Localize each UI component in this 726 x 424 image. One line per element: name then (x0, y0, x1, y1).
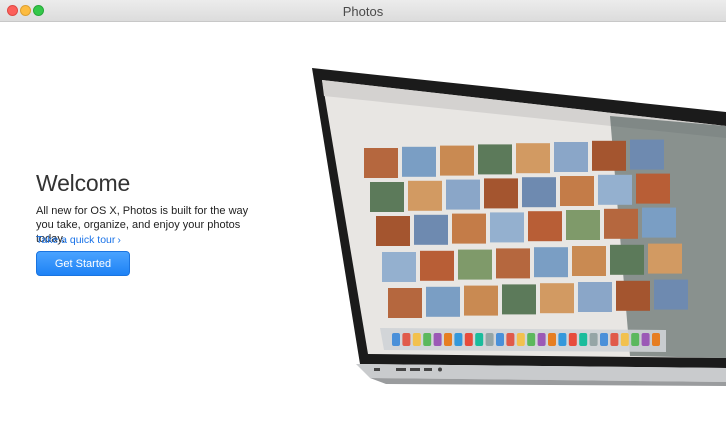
photo-thumbnail (528, 211, 562, 242)
photo-thumbnail (452, 213, 486, 244)
photo-thumbnail (402, 146, 436, 177)
photo-thumbnail (408, 180, 442, 211)
photo-thumbnail (496, 248, 530, 279)
photo-thumbnail (578, 282, 612, 312)
dock-app-icon (652, 333, 660, 346)
photo-thumbnail (420, 250, 454, 281)
photo-thumbnail (364, 148, 398, 178)
dock-app-icon (475, 333, 484, 346)
title-bar: Photos (0, 0, 726, 22)
photo-thumbnail (592, 140, 626, 171)
dock-app-icon (433, 333, 442, 346)
photo-thumbnail (440, 145, 474, 176)
dock-app-icon (392, 333, 400, 346)
dock-app-icon (496, 333, 504, 346)
photo-thumbnail (414, 214, 448, 245)
dock-app-icon (506, 333, 515, 346)
photo-thumbnail (642, 207, 676, 238)
quick-tour-label: Take a quick tour (36, 234, 116, 246)
dock-app-icon (527, 333, 536, 346)
dock-app-icon (423, 333, 432, 346)
dock-app-icon (548, 333, 556, 346)
photo-thumbnail (616, 280, 650, 311)
dock-app-icon (631, 333, 640, 346)
dock-app-icon (610, 333, 619, 346)
dock-app-icon (579, 333, 588, 346)
chevron-right-icon: › (117, 234, 121, 246)
photo-thumbnail (382, 252, 416, 282)
dock-app-icon (412, 333, 421, 346)
laptop-illustration (312, 68, 726, 386)
photo-thumbnail (516, 143, 550, 174)
get-started-button[interactable]: Get Started (36, 251, 130, 276)
dock-app-icon (444, 333, 452, 346)
photo-thumbnail (370, 182, 404, 212)
photo-thumbnail (376, 216, 410, 246)
dock-app-icon (402, 333, 411, 346)
photo-thumbnail (502, 284, 536, 315)
photo-thumbnail (478, 144, 512, 175)
photo-thumbnail (534, 247, 568, 278)
photo-thumbnail (388, 288, 422, 318)
photo-thumbnail (540, 283, 574, 314)
window-title: Photos (342, 4, 384, 19)
dock-app-icon (558, 333, 567, 346)
photo-thumbnail (426, 286, 460, 317)
photo-thumbnail (598, 174, 632, 205)
photo-thumbnail (490, 212, 524, 243)
photo-thumbnail (566, 210, 600, 240)
dock-app-icon (454, 333, 463, 346)
dock-app-icon (620, 333, 629, 346)
photo-thumbnail (654, 279, 688, 310)
dock-app-icon (537, 333, 546, 346)
photo-thumbnail (604, 208, 638, 239)
dock-app-icon (600, 333, 608, 346)
dock-app-icon (516, 333, 525, 346)
photo-thumbnail (458, 249, 492, 280)
photo-thumbnail (636, 173, 670, 204)
photo-thumbnail (522, 177, 556, 208)
photo-thumbnail (560, 176, 594, 206)
photo-thumbnail (572, 246, 606, 276)
quick-tour-link[interactable]: Take a quick tour › (36, 234, 121, 246)
dock-app-icon (464, 333, 473, 346)
photo-thumbnail (610, 244, 644, 275)
dock-app-icon (641, 333, 650, 346)
dock-app-icon (485, 333, 494, 346)
photo-thumbnail (484, 178, 518, 209)
photo-thumbnail (446, 179, 480, 210)
photo-thumbnail (464, 285, 498, 316)
photo-thumbnail (630, 139, 664, 170)
dock-app-icon (568, 333, 577, 346)
photo-thumbnail (554, 142, 588, 172)
dock-app-icon (589, 333, 598, 346)
photo-thumbnail (648, 243, 682, 274)
welcome-heading: Welcome (36, 170, 131, 196)
